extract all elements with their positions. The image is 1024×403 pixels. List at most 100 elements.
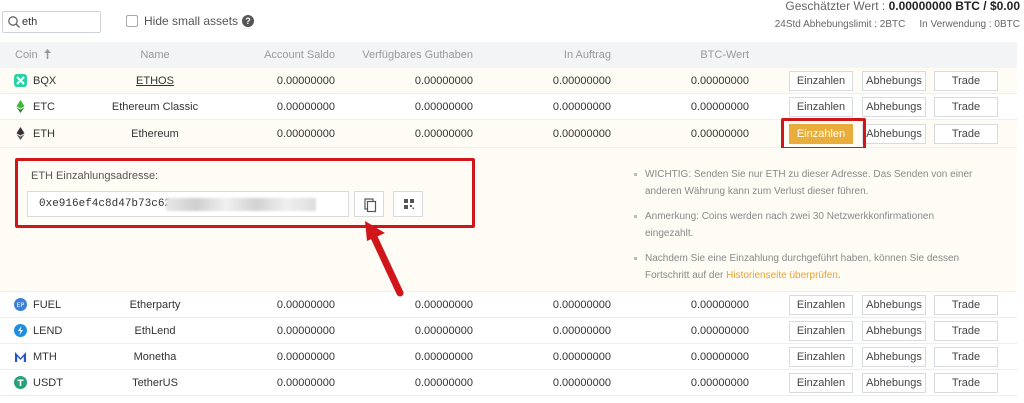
note-important: WICHTIG: Senden Sie nur ETH zu dieser Ad… [633,166,983,200]
table-row: USDT TetherUS 0.00000000 0.00000000 0.00… [0,370,1017,396]
usdt-icon [14,376,27,389]
hide-small-assets-checkbox[interactable] [126,15,138,27]
deposit-button[interactable]: Einzahlen [789,373,853,393]
bqx-icon [14,74,27,87]
hide-small-assets-toggle[interactable]: Hide small assets ? [126,14,255,28]
trade-button[interactable]: Trade [934,321,998,341]
search-input[interactable] [22,14,98,30]
sort-up-icon[interactable] [43,49,52,59]
trade-button[interactable]: Trade [934,97,998,117]
available-balance: 0.00000000 [414,325,473,337]
btc-value: 0.00000000 [690,299,749,311]
account-balance: 0.00000000 [276,377,335,389]
fuel-icon: EP [14,298,27,311]
deposit-button[interactable]: Einzahlen [789,321,853,341]
trade-button[interactable]: Trade [934,347,998,367]
in-order: 0.00000000 [552,325,611,337]
note-history: Nachdem Sie eine Einzahlung durchgeführt… [633,250,983,284]
coin-name: TetherUS [132,377,178,389]
in-order: 0.00000000 [552,377,611,389]
note-confirmations: Anmerkung: Coins werden nach zwei 30 Net… [633,208,983,242]
available-balance: 0.00000000 [414,101,473,113]
btc-value: 0.00000000 [690,351,749,363]
deposit-button[interactable]: Einzahlen [789,97,853,117]
coin-name-link[interactable]: ETHOS [70,75,240,87]
etc-icon [16,100,25,113]
annotation-box-deposit [781,118,866,150]
coin-symbol: ETH [33,128,55,140]
deposit-button[interactable]: Einzahlen [789,347,853,367]
table-row: BQX ETHOS 0.00000000 0.00000000 0.000000… [0,68,1017,94]
coin-name: EthLend [134,325,176,337]
deposit-button[interactable]: Einzahlen [789,295,853,315]
coin-symbol: MTH [33,351,57,363]
estimated-value: Geschätzter Wert : 0.00000000 BTC / $0.0… [785,0,1020,13]
lend-icon [14,324,27,337]
coin-symbol: ETC [33,101,55,113]
btc-value: 0.00000000 [690,128,749,140]
trade-button[interactable]: Trade [934,295,998,315]
coin-symbol: BQX [33,75,57,87]
account-balance: 0.00000000 [276,351,335,363]
btc-value: 0.00000000 [690,377,749,389]
coin-name: Ethereum Classic [111,101,199,113]
table-row: LEND EthLend 0.00000000 0.00000000 0.000… [0,318,1017,344]
table-header: Coin Name Account Saldo Verfügbares Guth… [0,42,1017,68]
trade-button[interactable]: Trade [934,124,998,144]
in-order: 0.00000000 [552,128,611,140]
withdraw-button[interactable]: Abhebungs [862,295,926,315]
help-icon[interactable]: ? [242,15,255,27]
coin-name: Ethereum [131,128,179,140]
btc-value: 0.00000000 [690,325,749,337]
in-order: 0.00000000 [552,75,611,87]
withdraw-button[interactable]: Abhebungs [862,71,926,91]
btc-value: 0.00000000 [690,101,749,113]
deposit-notes: WICHTIG: Senden Sie nur ETH zu dieser Ad… [633,166,983,292]
toolbar: Hide small assets ? Geschätzter Wert : 0… [0,0,1024,42]
coin-symbol: FUEL [33,299,62,311]
mth-icon [15,352,26,362]
trade-button[interactable]: Trade [934,71,998,91]
column-account-balance: Account Saldo [264,49,335,61]
column-in-order: In Auftrag [563,49,611,61]
trade-button[interactable]: Trade [934,373,998,393]
table-row: MTH Monetha 0.00000000 0.00000000 0.0000… [0,344,1017,370]
column-available: Verfügbares Guthaben [362,49,473,61]
svg-text:EP: EP [17,302,25,309]
available-balance: 0.00000000 [414,351,473,363]
btc-value: 0.00000000 [690,75,749,87]
annotation-arrow-icon [365,221,404,297]
estimated-value-label: Geschätzter Wert : [785,0,886,13]
withdraw-button[interactable]: Abhebungs [862,321,926,341]
in-order: 0.00000000 [552,351,611,363]
in-order: 0.00000000 [552,101,611,113]
search-box[interactable] [2,11,101,33]
withdraw-limit: 24Std Abhebungslimit : 2BTC [774,19,906,30]
in-use: In Verwendung : 0BTC [919,19,1020,30]
history-link[interactable]: Historienseite überprüfen [726,270,838,281]
coin-symbol: USDT [33,377,63,389]
available-balance: 0.00000000 [414,377,473,389]
column-name: Name [140,49,170,61]
column-coin[interactable]: Coin [15,49,52,61]
withdraw-button[interactable]: Abhebungs [862,97,926,117]
account-balance: 0.00000000 [276,325,335,337]
withdraw-button[interactable]: Abhebungs [862,373,926,393]
deposit-button[interactable]: Einzahlen [789,71,853,91]
coin-name: Etherparty [129,299,181,311]
coin-symbol: LEND [33,325,63,337]
account-balance: 0.00000000 [276,101,335,113]
withdraw-button[interactable]: Abhebungs [862,124,926,144]
eth-icon [16,127,25,140]
table-row: ETC Ethereum Classic 0.00000000 0.000000… [0,94,1017,120]
in-order: 0.00000000 [552,299,611,311]
table-row: EP FUEL Etherparty 0.00000000 0.00000000… [0,292,1017,318]
available-balance: 0.00000000 [414,75,473,87]
available-balance: 0.00000000 [414,128,473,140]
withdraw-button[interactable]: Abhebungs [862,347,926,367]
account-balance: 0.00000000 [276,128,335,140]
available-balance: 0.00000000 [414,299,473,311]
column-btc-value: BTC-Wert [700,49,749,61]
coin-name: Monetha [133,351,177,363]
account-balance: 0.00000000 [276,75,335,87]
